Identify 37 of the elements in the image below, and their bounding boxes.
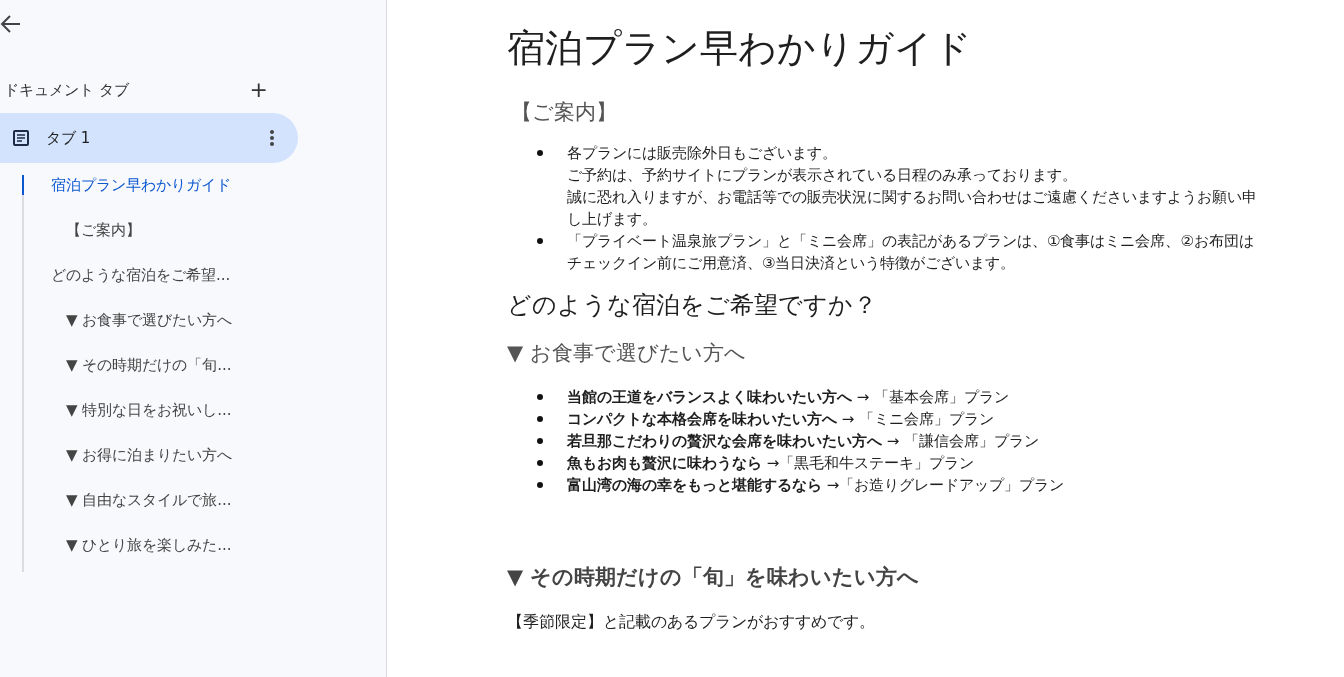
outline-item[interactable]: ▼ 自由なスタイルで旅... [22,478,386,523]
outline-item[interactable]: 【ご案内】 [22,208,386,253]
list-item-text: 富山湾の海の幸をもっと堪能するなら →「お造りグレードアップ」プラン [567,475,1066,496]
document-subtitle: 【ご案内】 [511,99,618,126]
list-item-text: 誠に恐れ入りますが、お電話等での販売状況に関するお問い合わせはご遠慮くださいますようお願い申し上げます。 [567,187,1257,230]
bullet-icon [537,150,543,156]
list-item-text: コンパクトな本格会席を味わいたい方へ → 「ミニ会席」プラン [567,409,996,430]
outline-item[interactable]: ▼ お食事で選びたい方へ [22,298,386,343]
bullet-icon [537,238,543,244]
list-item-text: 当館の王道をバランスよく味わいたい方へ → 「基本会席」プラン [567,387,1011,408]
bullet-icon [537,394,543,400]
back-arrow-icon[interactable] [0,14,22,34]
outline-item[interactable]: 宿泊プラン早わかりガイド [22,175,386,195]
outline-item[interactable]: ▼ お得に泊まりたい方へ [22,433,386,478]
section-subheading: ▼ その時期だけの「旬」を味わいたい方へ [507,564,921,591]
section-subheading: ▼ お食事で選びたい方へ [507,340,747,367]
add-tab-button[interactable]: + [245,79,272,101]
bullet-icon [537,416,543,422]
bullet-icon [537,438,543,444]
list-item-text: ご予約は、予約サイトにプランが表示されている日程のみ承っております。 [567,165,1078,186]
document-icon [12,129,30,147]
sidebar-heading: ドキュメント タブ [3,80,129,100]
more-options-icon[interactable] [270,129,274,147]
list-item-text: 「プライベート温泉旅プラン」と「ミニ会席」の表記があるプランは、①食事はミニ会席、②お布団はチェックイン前にご用意済、③当日決済という特徴がございます。 [567,231,1255,274]
paragraph: 【季節限定】と記載のあるプランがおすすめです。 [507,611,876,633]
outline-item[interactable]: ▼ ひとり旅を楽しみた... [22,523,386,568]
list-item-text: 各プランには販売除外日もございます。 [567,143,838,164]
list-item-text: 若旦那こだわりの贅沢な会席を味わいたい方へ → 「謙信会席」プラン [567,431,1041,452]
bullet-icon [537,482,543,488]
document-title: 宿泊プラン早わかりガイド [507,25,973,72]
outline-item[interactable]: どのような宿泊をご希望... [22,253,386,298]
outline-item[interactable]: ▼ その時期だけの「旬... [22,343,386,388]
bullet-icon [537,460,543,466]
outline-item[interactable]: ▼ 特別な日をお祝いし... [22,388,386,433]
list-item-text: 魚もお肉も贅沢に味わうなら →「黒毛和牛ステーキ」プラン [567,453,976,474]
document-tab[interactable]: タブ 1 [0,113,298,163]
section-heading: どのような宿泊をご希望ですか？ [507,290,878,321]
